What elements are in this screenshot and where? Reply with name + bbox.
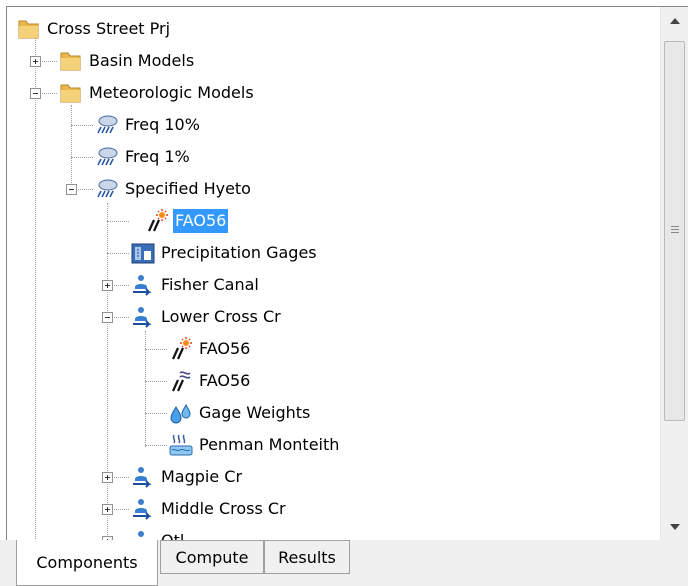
vertical-scrollbar[interactable] [660, 7, 688, 540]
subbasin-icon [131, 305, 155, 329]
tree-node-fao56-et[interactable]: FAO56 [169, 333, 252, 365]
subbasin-icon [131, 497, 155, 521]
tree-node-penman-monteith[interactable]: Penman Monteith [169, 429, 341, 461]
tree-node-label[interactable]: Freq 1% [123, 145, 192, 169]
tab-label: Compute [175, 547, 249, 567]
tree-node-lower-cross[interactable]: Lower Cross Cr [131, 301, 283, 333]
subbasin-icon [131, 529, 155, 540]
tree-connector [145, 413, 167, 414]
tree-connector [35, 29, 36, 539]
expand-toggle-basin-models[interactable] [30, 56, 41, 67]
tree-connector [71, 105, 72, 193]
folder-icon [59, 49, 83, 73]
tree-node-precipitation-gages[interactable]: Precipitation Gages [131, 237, 319, 269]
tree-connector [112, 477, 129, 478]
tree-node-label[interactable]: Lower Cross Cr [159, 305, 283, 329]
arrow-down-icon [669, 523, 680, 530]
met-model-icon [95, 113, 119, 137]
collapse-toggle-met-models[interactable] [30, 88, 41, 99]
tree-node-label[interactable]: FAO56 [197, 369, 252, 393]
tree-connector [76, 189, 93, 190]
scroll-down-button[interactable] [661, 513, 688, 540]
grip-icon [671, 226, 679, 235]
tree-node-otl[interactable]: Otl [131, 525, 186, 540]
tab-compute[interactable]: Compute [160, 540, 264, 574]
watershed-explorer: Cross Street Prj Basin Models Meteorolog… [0, 0, 688, 586]
tree-node-label[interactable]: Magpie Cr [159, 465, 244, 489]
tree-node-gage-weights[interactable]: Gage Weights [169, 397, 312, 429]
tree-node-label[interactable]: Penman Monteith [197, 433, 341, 457]
evapotranspiration-icon [169, 337, 193, 361]
tree-connector [112, 317, 129, 318]
tree-node-met-models[interactable]: Meteorologic Models [59, 77, 256, 109]
tree-connector [39, 61, 57, 62]
gage-icon [131, 241, 155, 265]
expand-toggle-middle-cross[interactable] [102, 504, 113, 515]
folder-icon [17, 17, 41, 41]
tree-node-root[interactable]: Cross Street Prj [17, 13, 172, 45]
tab-label: Results [278, 547, 336, 567]
folder-icon [59, 81, 83, 105]
tree-node-fao56[interactable]: FAO56 [145, 205, 229, 237]
tree-node-label[interactable]: Freq 10% [123, 113, 202, 137]
tab-label: Components [36, 553, 138, 572]
tab-strip: Components Compute Results [0, 540, 688, 586]
tree-node-specified-hyeto[interactable]: Specified Hyeto [95, 173, 253, 205]
collapse-toggle-lower-cross[interactable] [102, 312, 113, 323]
tree-node-label[interactable]: FAO56 [173, 209, 229, 233]
tree-node-label[interactable]: Specified Hyeto [123, 177, 253, 201]
tree-node-freq10[interactable]: Freq 10% [95, 109, 202, 141]
evapotranspiration-icon [145, 209, 169, 233]
tree-node-label[interactable]: Fisher Canal [159, 273, 261, 297]
component-tree[interactable]: Cross Street Prj Basin Models Meteorolog… [6, 6, 688, 541]
tree-node-basin-models[interactable]: Basin Models [59, 45, 196, 77]
tree-connector [112, 285, 129, 286]
heat-waves-icon [169, 433, 193, 457]
met-model-icon [95, 177, 119, 201]
tree-node-freq1[interactable]: Freq 1% [95, 141, 192, 173]
tree-connector [145, 349, 167, 350]
tree-node-label[interactable]: Precipitation Gages [159, 241, 319, 265]
tree-connector [39, 93, 57, 94]
tree-connector [107, 253, 129, 254]
tree-node-label[interactable]: Cross Street Prj [45, 17, 172, 41]
met-model-icon [95, 145, 119, 169]
collapse-toggle-specified-hyeto[interactable] [66, 184, 77, 195]
tree-node-fao56-radiation[interactable]: FAO56 [169, 365, 252, 397]
tab-results[interactable]: Results [264, 540, 350, 574]
scroll-thumb[interactable] [664, 41, 685, 421]
tree-connector [145, 381, 167, 382]
tree-connector [112, 509, 129, 510]
tree-node-label[interactable]: Basin Models [87, 49, 196, 73]
tree-connector [71, 125, 93, 126]
tree-connector [145, 445, 167, 446]
tree-node-fisher-canal[interactable]: Fisher Canal [131, 269, 261, 301]
water-drops-icon [169, 401, 193, 425]
subbasin-icon [131, 273, 155, 297]
expand-toggle-magpie[interactable] [102, 472, 113, 483]
subbasin-icon [131, 465, 155, 489]
tree-node-label[interactable]: Middle Cross Cr [159, 497, 288, 521]
tree-node-middle-cross[interactable]: Middle Cross Cr [131, 493, 288, 525]
tree-node-label[interactable]: Otl [159, 529, 186, 540]
tab-components[interactable]: Components [16, 540, 158, 586]
tree-node-label[interactable]: Gage Weights [197, 401, 312, 425]
tree-connector [71, 157, 93, 158]
tree-connector [107, 221, 129, 222]
tree-node-label[interactable]: Meteorologic Models [87, 81, 256, 105]
shortwave-radiation-icon [169, 369, 193, 393]
tree-view[interactable]: Cross Street Prj Basin Models Meteorolog… [7, 7, 660, 540]
scroll-up-button[interactable] [661, 7, 688, 34]
tree-node-magpie[interactable]: Magpie Cr [131, 461, 244, 493]
expand-toggle-fisher-canal[interactable] [102, 280, 113, 291]
arrow-up-icon [669, 17, 680, 24]
tree-node-label[interactable]: FAO56 [197, 337, 252, 361]
